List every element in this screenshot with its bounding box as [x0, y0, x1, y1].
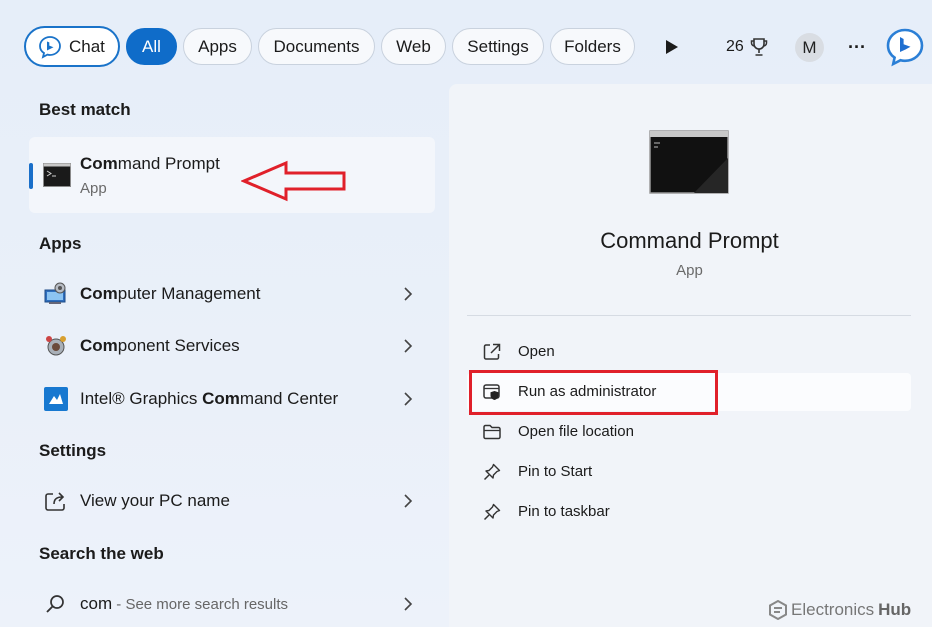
share-screen-icon — [45, 492, 65, 511]
bing-logo-icon — [886, 28, 924, 67]
chevron-right-icon — [404, 494, 413, 508]
search-web-heading: Search the web — [39, 544, 164, 563]
action-pin-to-taskbar[interactable]: Pin to taskbar — [467, 493, 911, 531]
filter-chat-label: Chat — [69, 36, 105, 56]
action-pin-to-start[interactable]: Pin to Start — [467, 453, 911, 491]
user-avatar[interactable]: M — [795, 33, 824, 62]
best-match-command-prompt[interactable]: Command Prompt App — [29, 137, 435, 213]
search-icon — [46, 595, 64, 613]
pin-icon — [483, 503, 501, 521]
run-as-admin-highlight-box — [469, 370, 718, 415]
setting-label: View your PC name — [80, 491, 230, 510]
action-open-file-location[interactable]: Open file location — [467, 413, 911, 451]
action-pin-taskbar-label: Pin to taskbar — [518, 503, 610, 520]
app-computer-management[interactable]: Computer Management — [29, 270, 435, 318]
pin-icon — [483, 463, 501, 481]
filter-folders-button[interactable]: Folders — [550, 28, 635, 65]
filter-documents-label: Documents — [273, 36, 360, 56]
intel-graphics-icon — [44, 387, 68, 411]
app-component-services[interactable]: Component Services — [29, 322, 435, 370]
chevron-right-icon — [404, 339, 413, 353]
component-services-icon — [46, 336, 66, 356]
app-label: Intel® Graphics Command Center — [80, 389, 339, 408]
filter-folders-label: Folders — [564, 36, 621, 56]
best-match-title: Command Prompt — [80, 154, 220, 173]
setting-view-your-pc-name[interactable]: View your PC name — [29, 477, 435, 525]
rewards-button[interactable]: 26 — [726, 33, 769, 61]
command-prompt-large-icon — [649, 130, 729, 194]
more-filters-play-button[interactable] — [660, 35, 684, 59]
best-match-heading: Best match — [39, 100, 131, 119]
filter-web-label: Web — [396, 36, 431, 56]
filter-apps-button[interactable]: Apps — [183, 28, 252, 65]
action-open-label: Open — [518, 343, 555, 360]
filter-web-button[interactable]: Web — [381, 28, 446, 65]
computer-management-icon — [44, 282, 66, 304]
electronics-hub-logo-icon — [769, 600, 787, 620]
more-dots-icon: ··· — [848, 36, 866, 57]
more-options-button[interactable]: ··· — [844, 33, 870, 61]
bing-button[interactable] — [884, 26, 926, 68]
details-title: Command Prompt — [600, 228, 779, 253]
web-search-result[interactable]: com - See more search results — [29, 580, 435, 627]
apps-heading: Apps — [39, 234, 82, 253]
selection-indicator — [29, 163, 33, 189]
filter-apps-label: Apps — [198, 36, 237, 56]
filter-all-label: All — [142, 36, 161, 56]
avatar-initial: M — [802, 37, 817, 57]
chevron-right-icon — [404, 392, 413, 406]
app-intel-graphics-command-center[interactable]: Intel® Graphics Command Center — [29, 375, 435, 423]
command-prompt-icon — [43, 163, 71, 187]
filter-settings-button[interactable]: Settings — [452, 28, 544, 65]
app-label: Computer Management — [80, 284, 261, 303]
best-match-subtitle: App — [80, 180, 107, 197]
app-label: Component Services — [80, 336, 240, 355]
electronics-hub-watermark: Electronics Hub — [769, 600, 911, 620]
rewards-count: 26 — [726, 38, 744, 55]
search-filter-bar: Chat All Apps Documents Web Settings Fol… — [0, 0, 932, 84]
filter-settings-label: Settings — [467, 36, 529, 56]
chevron-right-icon — [404, 597, 413, 611]
details-pane: Command Prompt App Open Run as administr… — [449, 84, 932, 627]
red-pointer-arrow-icon — [241, 160, 346, 202]
details-divider — [467, 315, 911, 316]
trophy-icon — [750, 38, 768, 56]
settings-heading: Settings — [39, 441, 107, 460]
filter-chat-button[interactable]: Chat — [24, 26, 120, 67]
action-open-location-label: Open file location — [518, 423, 634, 440]
open-external-icon — [483, 343, 501, 360]
details-subtitle: App — [676, 262, 703, 279]
web-search-label: com - See more search results — [80, 594, 289, 613]
chevron-right-icon — [404, 287, 413, 301]
action-pin-start-label: Pin to Start — [518, 463, 593, 480]
folder-icon — [483, 424, 501, 440]
action-open[interactable]: Open — [467, 333, 911, 371]
bing-chat-icon — [39, 35, 61, 59]
filter-documents-button[interactable]: Documents — [258, 28, 375, 65]
play-icon — [666, 40, 678, 54]
filter-all-button[interactable]: All — [126, 28, 177, 65]
